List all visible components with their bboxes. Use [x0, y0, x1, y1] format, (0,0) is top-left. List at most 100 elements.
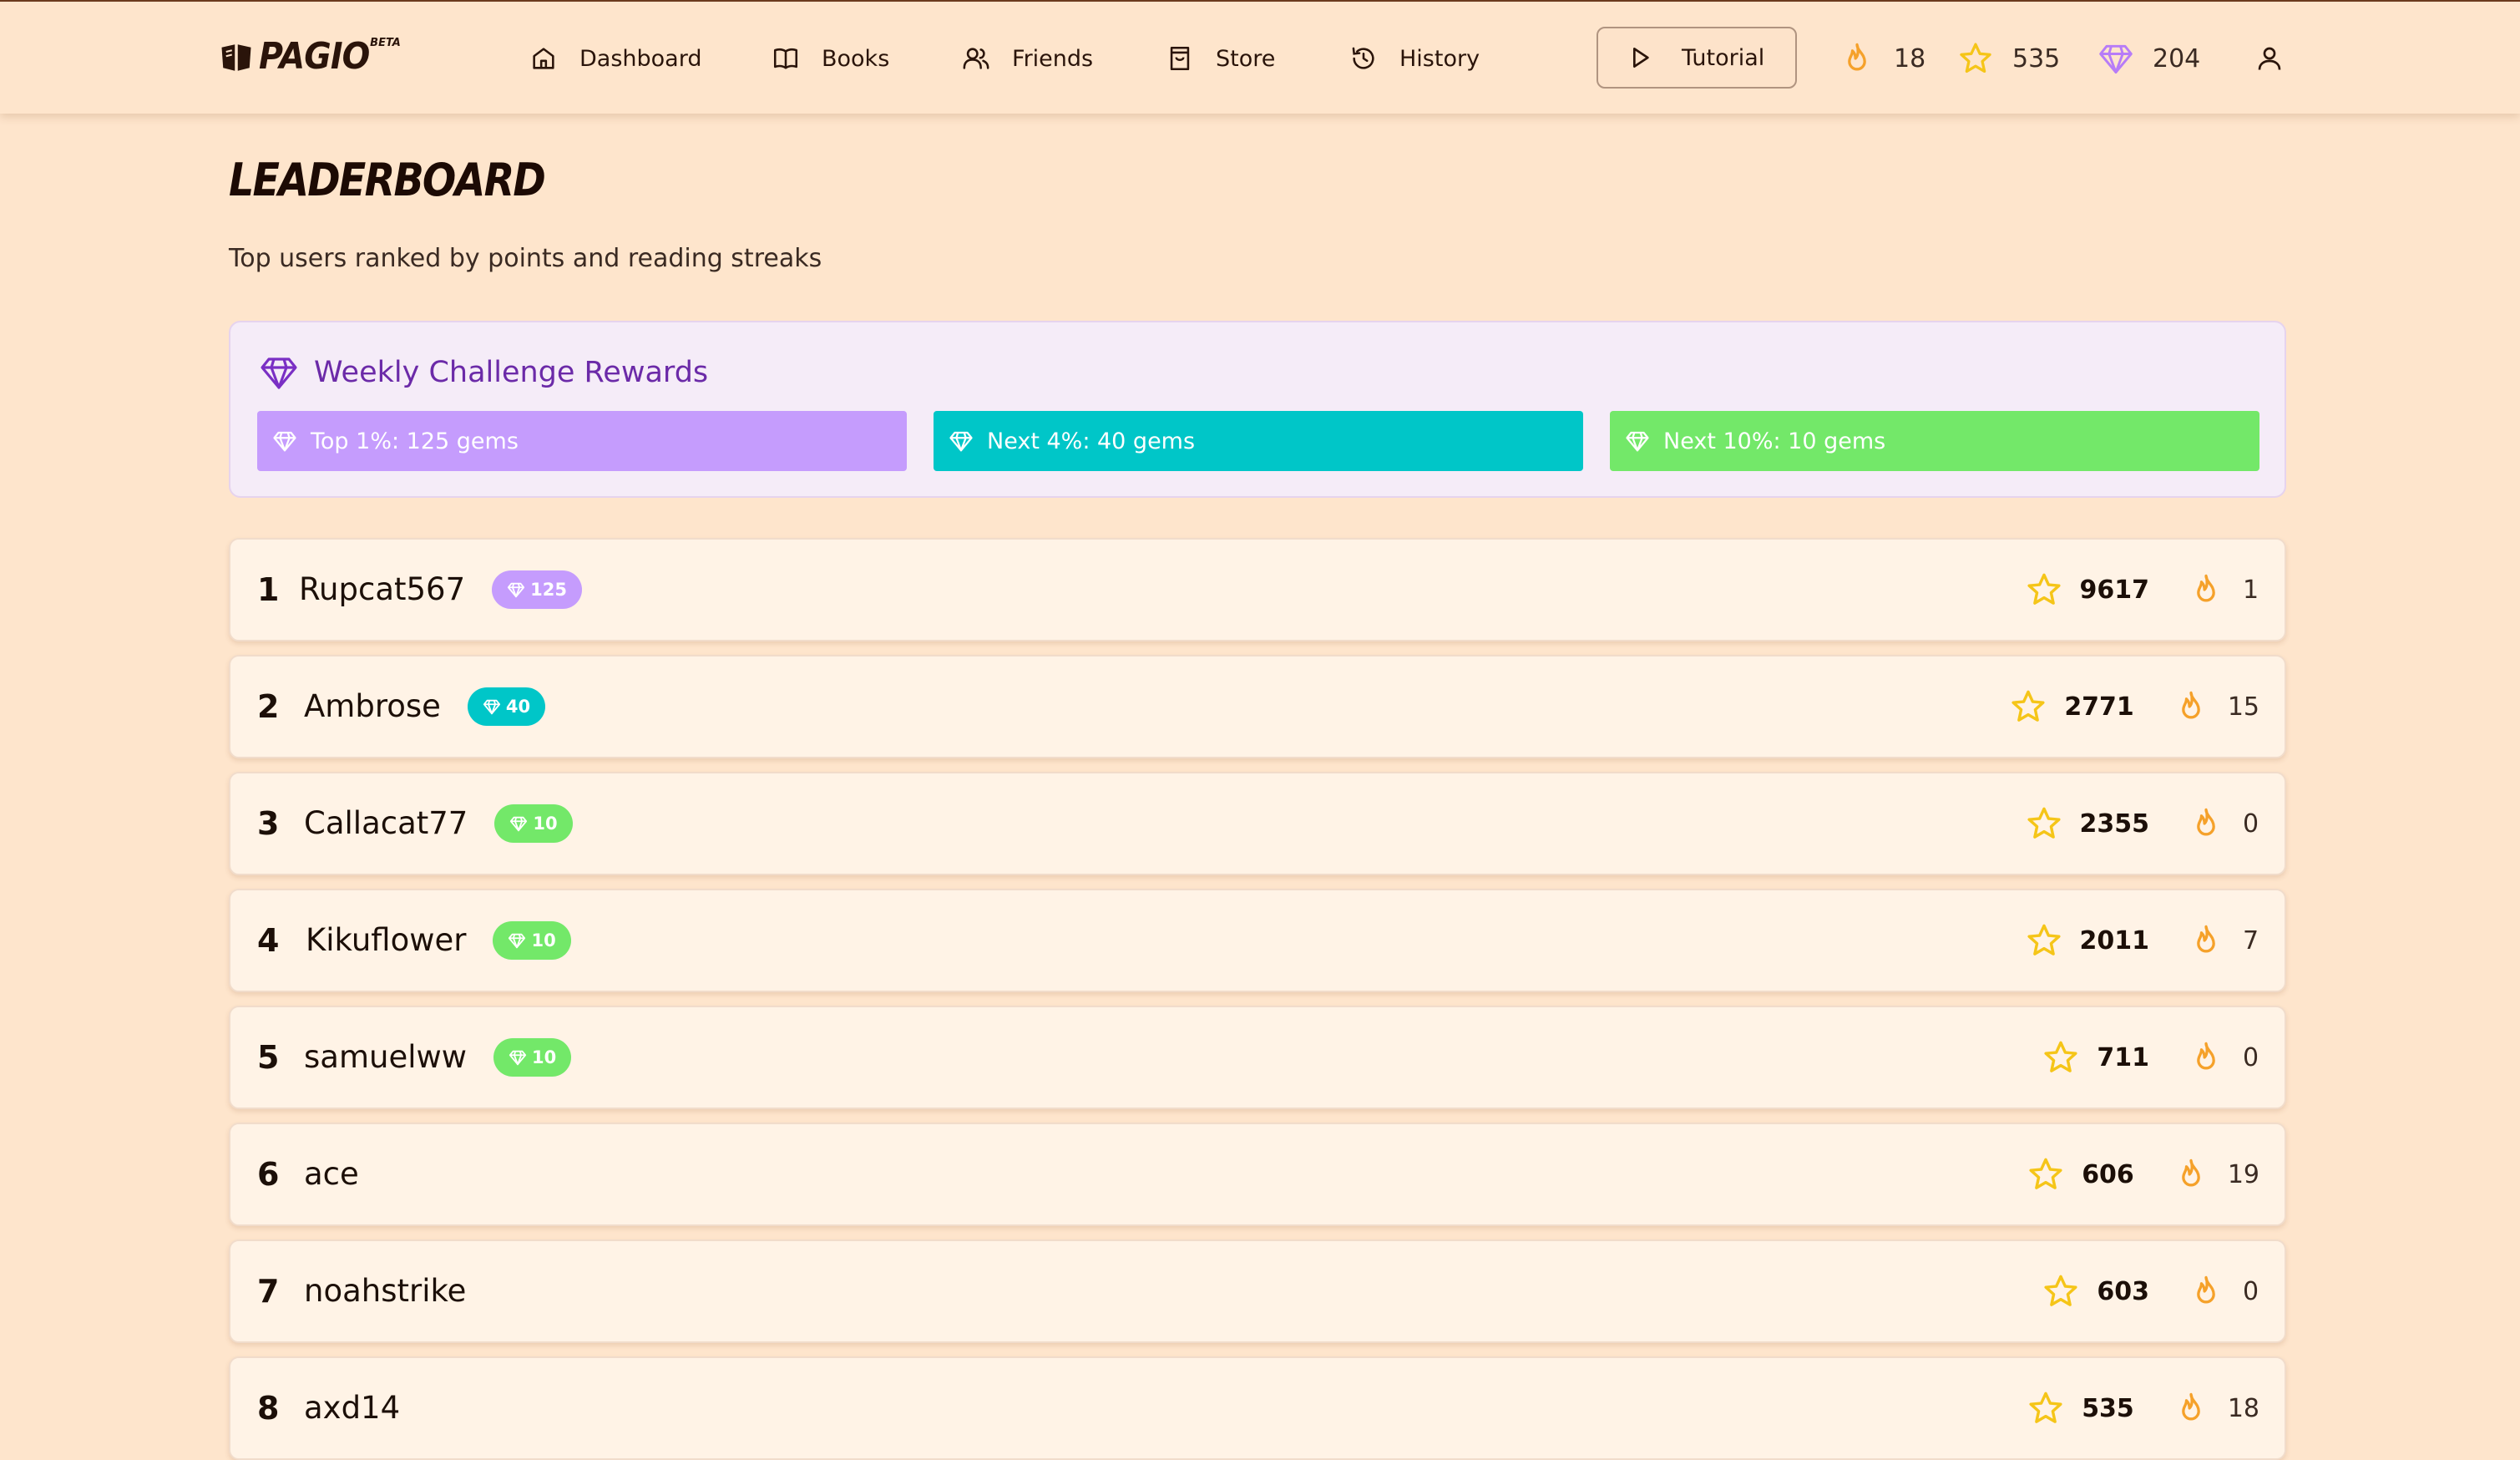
- row-stats: 535 18: [2027, 1358, 2259, 1458]
- flame-icon: [2181, 691, 2200, 719]
- tutorial-label: Tutorial: [1682, 44, 1765, 71]
- streak: 0: [2188, 1273, 2259, 1310]
- reward-tier-label: Next 10%: 10 gems: [1663, 428, 1886, 454]
- flame-icon: [2181, 1392, 2200, 1421]
- streak-value: 0: [2243, 1276, 2259, 1306]
- gem-icon: [483, 699, 501, 715]
- nav-store[interactable]: Store: [1166, 35, 1275, 82]
- flame-icon: [2197, 1275, 2215, 1304]
- nav-history[interactable]: History: [1349, 35, 1480, 82]
- book-icon: [773, 48, 798, 69]
- gem-reward-badge: 40: [467, 687, 546, 726]
- user-name-group: samuelww 10: [304, 1007, 572, 1108]
- rank-number: 5: [257, 1039, 280, 1076]
- points-counter[interactable]: 535: [1957, 35, 2060, 82]
- points: 603: [2042, 1272, 2149, 1310]
- star-icon: [1960, 43, 1991, 74]
- gem-icon: [508, 582, 525, 598]
- logo-book-icon: [221, 44, 251, 71]
- points-value: 606: [2082, 1159, 2134, 1189]
- gem-reward-badge: 125: [492, 570, 582, 609]
- star-icon: [2027, 807, 2061, 839]
- username: Rupcat567: [299, 571, 466, 607]
- streak: 0: [2188, 805, 2259, 842]
- badge-value: 125: [530, 580, 567, 600]
- flame-icon: [2197, 925, 2215, 953]
- gem-icon: [261, 357, 297, 389]
- star-icon: [2044, 1275, 2077, 1306]
- leaderboard-row[interactable]: 8 axd14 535 18: [229, 1356, 2286, 1460]
- gems-counter[interactable]: 204: [2097, 35, 2200, 82]
- flame-icon: [2197, 1042, 2215, 1070]
- nav-dashboard[interactable]: Dashboard: [529, 35, 701, 82]
- shopping-bag-icon: [1170, 46, 1190, 71]
- streak: 19: [2173, 1156, 2259, 1193]
- beta-badge: BETA: [370, 37, 401, 49]
- flame-icon: [2181, 1158, 2200, 1187]
- rewards-header: Weekly Challenge Rewards: [259, 352, 708, 393]
- leaderboard-row[interactable]: 6 ace 606 19: [229, 1123, 2286, 1226]
- user-profile-icon[interactable]: [2254, 43, 2285, 74]
- nav-books[interactable]: Books: [772, 35, 889, 82]
- rank-number: 2: [257, 688, 280, 725]
- points: 711: [2042, 1038, 2149, 1077]
- row-stats: 2355 0: [2025, 773, 2260, 874]
- rank-number: 4: [257, 922, 280, 959]
- rank-number: 1: [257, 571, 280, 608]
- weekly-rewards-panel: Weekly Challenge Rewards Top 1%: 125 gem…: [229, 321, 2286, 498]
- nav-dashboard-label: Dashboard: [579, 45, 702, 72]
- rewards-title: Weekly Challenge Rewards: [314, 356, 709, 389]
- username: Ambrose: [304, 688, 441, 724]
- flame-icon: [2197, 808, 2215, 836]
- username: Kikuflower: [306, 922, 467, 958]
- user-name-group: Rupcat567 125: [299, 540, 582, 640]
- reward-tier-next10: Next 10%: 10 gems: [1610, 411, 2259, 471]
- leaderboard-row[interactable]: 5 samuelww 10 711 0: [229, 1006, 2286, 1109]
- user-name-group: Ambrose 40: [304, 656, 546, 757]
- reward-tier-next4: Next 4%: 40 gems: [934, 411, 1583, 471]
- star-icon: [2027, 573, 2061, 605]
- pagio-logo[interactable]: PAGIO BETA: [219, 33, 401, 84]
- row-stats: 2011 7: [2025, 890, 2260, 991]
- points-value: 2771: [2064, 692, 2134, 722]
- leaderboard-row[interactable]: 1 Rupcat567 125 9617 1: [229, 538, 2286, 641]
- star-icon: [2029, 1392, 2062, 1423]
- streak-counter[interactable]: 18: [1839, 35, 1925, 82]
- leaderboard-row[interactable]: 7 noahstrike 603 0: [229, 1239, 2286, 1343]
- streak: 15: [2173, 688, 2259, 725]
- row-stats: 606 19: [2027, 1124, 2259, 1224]
- streak-value: 19: [2227, 1159, 2259, 1189]
- points: 9617: [2025, 570, 2149, 609]
- gem-icon: [2099, 44, 2133, 74]
- nav-friends[interactable]: Friends: [962, 35, 1093, 82]
- reward-tier-label: Next 4%: 40 gems: [987, 428, 1196, 454]
- rank-number: 8: [257, 1390, 280, 1427]
- streak-value: 7: [2243, 925, 2259, 956]
- points-value: 711: [2097, 1042, 2149, 1072]
- row-stats: 9617 1: [2025, 540, 2260, 640]
- reward-tier-label: Top 1%: 125 gems: [311, 428, 519, 454]
- gem-icon: [510, 816, 528, 832]
- leaderboard-row[interactable]: 4 Kikuflower 10 2011 7: [229, 889, 2286, 992]
- leaderboard-row[interactable]: 3 Callacat77 10 2355 0: [229, 772, 2286, 875]
- username: axd14: [304, 1390, 401, 1426]
- points: 535: [2027, 1389, 2134, 1427]
- rank-number: 7: [257, 1273, 280, 1310]
- nav-store-label: Store: [1216, 45, 1276, 72]
- rank-number: 3: [257, 805, 280, 842]
- badge-value: 10: [533, 814, 558, 834]
- tutorial-button[interactable]: Tutorial: [1597, 27, 1797, 89]
- badge-value: 10: [531, 930, 556, 951]
- gem-icon: [1626, 431, 1649, 452]
- leaderboard-row[interactable]: 2 Ambrose 40 2771 15: [229, 655, 2286, 758]
- points-value: 535: [2012, 43, 2061, 74]
- top-navigation-bar: PAGIO BETA Dashboard Books Friends Store…: [0, 0, 2520, 114]
- badge-value: 40: [505, 697, 531, 717]
- gem-icon: [509, 1050, 527, 1066]
- gem-reward-badge: 10: [494, 804, 573, 843]
- streak: 18: [2173, 1390, 2259, 1427]
- streak-value: 15: [2227, 692, 2259, 722]
- rank-number: 6: [257, 1156, 280, 1193]
- nav-books-label: Books: [822, 45, 890, 72]
- username: Callacat77: [304, 805, 468, 841]
